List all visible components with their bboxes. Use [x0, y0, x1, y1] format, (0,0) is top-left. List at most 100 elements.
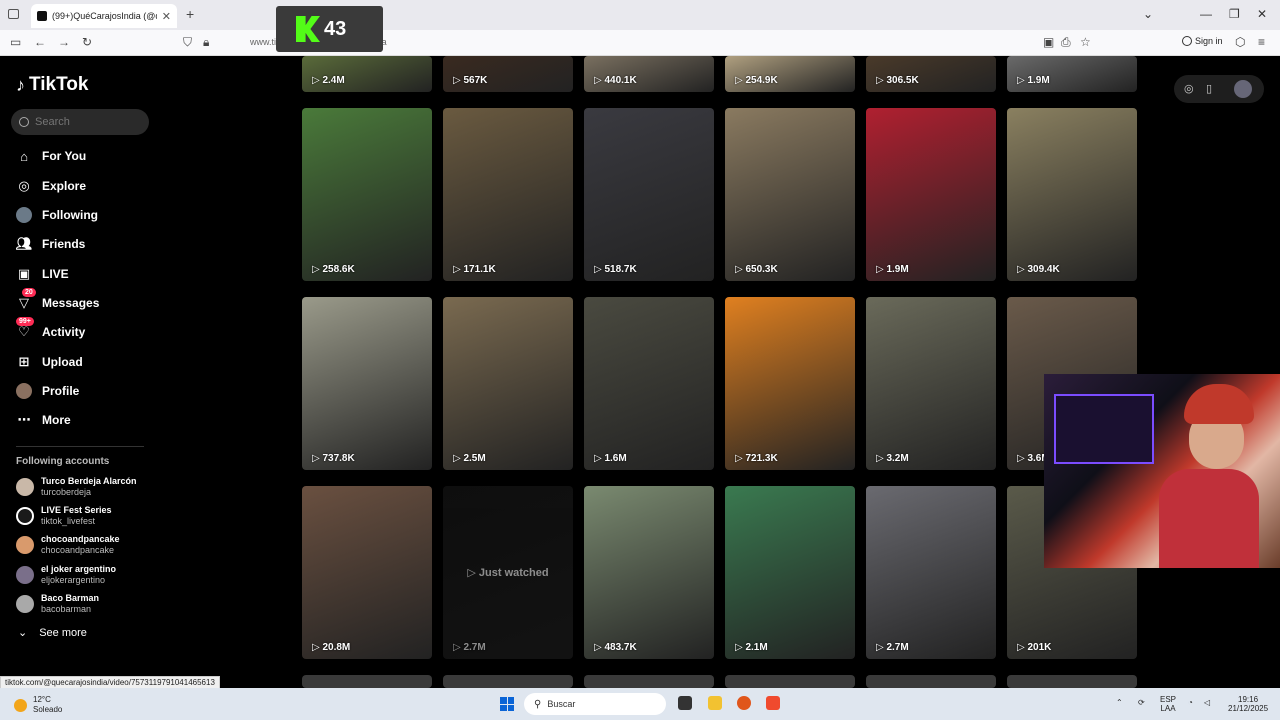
- video-tile[interactable]: ▷ 309.4K: [1007, 108, 1137, 281]
- user-avatar[interactable]: [1234, 80, 1252, 98]
- extensions-icon[interactable]: ⬡: [1235, 35, 1245, 49]
- maximize-icon[interactable]: ❐: [1229, 7, 1240, 21]
- sign-in-button[interactable]: Sign in: [1182, 36, 1223, 46]
- video-tile[interactable]: ▷ Just watched ▷ 2.7M: [443, 486, 573, 659]
- minimize-icon[interactable]: —: [1200, 7, 1212, 21]
- view-count: ▷ 20.8M: [312, 642, 350, 653]
- nav-for-you[interactable]: ⌂ For You: [16, 144, 86, 168]
- lock-icon[interactable]: 🔒︎: [203, 35, 209, 50]
- video-tile[interactable]: ▷ 483.7K: [584, 486, 714, 659]
- video-tile[interactable]: ▷ 254.9K: [725, 56, 855, 92]
- weather-widget[interactable]: 12°C Soleado: [14, 695, 62, 715]
- back-icon[interactable]: ←: [34, 35, 46, 49]
- shield-icon[interactable]: ⛉: [183, 35, 192, 50]
- video-tile[interactable]: ▷ 3.2M: [866, 297, 996, 470]
- sidebar-toggle-icon[interactable]: ▭: [10, 35, 21, 49]
- video-tile[interactable]: ▷ 721.3K: [725, 297, 855, 470]
- nav-label: More: [42, 413, 71, 427]
- video-tile[interactable]: ▷ 2.5M: [443, 297, 573, 470]
- video-tile[interactable]: ▷ 1.9M: [1007, 56, 1137, 92]
- view-count-text: 737.8K: [322, 453, 355, 464]
- pip-icon[interactable]: ▣: [1043, 35, 1054, 49]
- windows-taskbar: 12°C Soleado ⚲ Buscar ⌃ ⟳ ESP LAA ◔ ◁ 19:1…: [0, 688, 1280, 720]
- task-view-icon[interactable]: [678, 696, 692, 710]
- wifi-icon[interactable]: ◔: [1188, 698, 1193, 707]
- video-tile[interactable]: ▷ 20.8M: [302, 486, 432, 659]
- file-explorer-icon[interactable]: [708, 696, 722, 710]
- search-input[interactable]: [35, 116, 135, 128]
- close-tab-icon[interactable]: ✕: [162, 10, 171, 23]
- play-icon: ▷: [312, 75, 323, 86]
- reload-icon[interactable]: ↻: [82, 35, 92, 49]
- firefox-icon[interactable]: [737, 696, 751, 710]
- video-tile[interactable]: ▷ 518.7K: [584, 108, 714, 281]
- brave-icon[interactable]: [766, 696, 780, 710]
- account-item[interactable]: Baco Barman bacobarman: [16, 593, 99, 615]
- video-tile[interactable]: ▷ 306.5K: [866, 56, 996, 92]
- nav-upload[interactable]: ⊞ Upload: [16, 350, 83, 374]
- video-tile[interactable]: ▷ 737.8K: [302, 297, 432, 470]
- tiktok-logo[interactable]: ♪ TikTok: [16, 74, 88, 96]
- time: 19:16: [1238, 695, 1259, 704]
- save-icon[interactable]: ⎙: [1061, 35, 1071, 50]
- taskbar-search[interactable]: ⚲ Buscar: [524, 693, 666, 715]
- account-item[interactable]: el joker argentino eljokerargentino: [16, 564, 116, 586]
- view-count-text: 1.9M: [886, 264, 909, 275]
- video-tile[interactable]: ▷ 2.4M: [302, 56, 432, 92]
- tiktok-favicon-icon: [37, 11, 47, 21]
- video-tile[interactable]: [866, 675, 996, 688]
- account-item[interactable]: Turco Berdeja Alarcón turcoberdeja: [16, 476, 137, 498]
- nav-friends[interactable]: 👥︎ Friends: [16, 232, 86, 256]
- video-tile[interactable]: ▷ 1.9M: [866, 108, 996, 281]
- view-count: ▷ 309.4K: [1017, 264, 1060, 275]
- view-count: ▷ 1.6M: [594, 453, 627, 464]
- kick-overlay: 43: [276, 6, 383, 52]
- nav-live[interactable]: ▣ LIVE: [16, 262, 69, 286]
- video-tile[interactable]: ▷ 2.1M: [725, 486, 855, 659]
- new-tab-icon[interactable]: +: [186, 6, 194, 22]
- compass-icon[interactable]: ◎: [1184, 82, 1194, 95]
- windows-start-icon[interactable]: [500, 697, 514, 711]
- video-tile[interactable]: [584, 675, 714, 688]
- language-indicator[interactable]: ESP LAA: [1160, 695, 1176, 713]
- video-tile[interactable]: [302, 675, 432, 688]
- video-tile[interactable]: ▷ 1.6M: [584, 297, 714, 470]
- view-count: ▷ 2.7M: [876, 642, 909, 653]
- account-item[interactable]: chocoandpancake chocoandpancake: [16, 534, 120, 556]
- nav-messages[interactable]: ▽ 20 Messages: [16, 288, 99, 315]
- nav-profile[interactable]: Profile: [16, 379, 79, 403]
- volume-icon[interactable]: ◁: [1204, 698, 1210, 707]
- play-icon: ▷: [594, 642, 605, 653]
- activity-icon: ♡ 99+: [16, 317, 34, 340]
- nav-more[interactable]: ⋯ More: [16, 408, 71, 432]
- account-item[interactable]: LIVE Fest Series tiktok_livefest: [16, 505, 112, 527]
- tray-chevron-icon[interactable]: ⌃: [1116, 698, 1123, 707]
- video-tile[interactable]: ▷ 258.6K: [302, 108, 432, 281]
- browser-tab[interactable]: (99+)QuéCarajosIndia (@queca ✕: [31, 4, 177, 28]
- device-icon[interactable]: ▯: [1206, 82, 1212, 95]
- see-more-button[interactable]: ⌄ See more: [18, 626, 87, 640]
- tab-list-icon[interactable]: [8, 9, 19, 19]
- santa-hat: [1184, 384, 1254, 424]
- video-tile[interactable]: ▷ 567K: [443, 56, 573, 92]
- sync-icon[interactable]: ⟳: [1138, 698, 1145, 707]
- view-count-text: 567K: [463, 75, 488, 86]
- search-box[interactable]: [11, 109, 149, 135]
- bookmark-star-icon[interactable]: ☆: [1080, 35, 1091, 49]
- account-icon: [1182, 36, 1192, 46]
- nav-explore[interactable]: ◎ Explore: [16, 174, 86, 198]
- video-tile[interactable]: ▷ 650.3K: [725, 108, 855, 281]
- video-tile[interactable]: ▷ 2.7M: [866, 486, 996, 659]
- tab-dropdown-icon[interactable]: ⌄: [1143, 7, 1153, 21]
- nav-following[interactable]: Following: [16, 203, 98, 227]
- video-tile[interactable]: ▷ 171.1K: [443, 108, 573, 281]
- forward-icon[interactable]: →: [58, 35, 70, 49]
- nav-activity[interactable]: ♡ 99+ Activity: [16, 317, 85, 344]
- menu-icon[interactable]: ≡: [1258, 35, 1265, 49]
- video-tile[interactable]: [1007, 675, 1137, 688]
- video-tile[interactable]: [725, 675, 855, 688]
- video-tile[interactable]: ▷ 440.1K: [584, 56, 714, 92]
- clock[interactable]: 19:16 21/12/2025: [1228, 695, 1268, 713]
- close-window-icon[interactable]: ✕: [1257, 7, 1267, 21]
- video-tile[interactable]: [443, 675, 573, 688]
